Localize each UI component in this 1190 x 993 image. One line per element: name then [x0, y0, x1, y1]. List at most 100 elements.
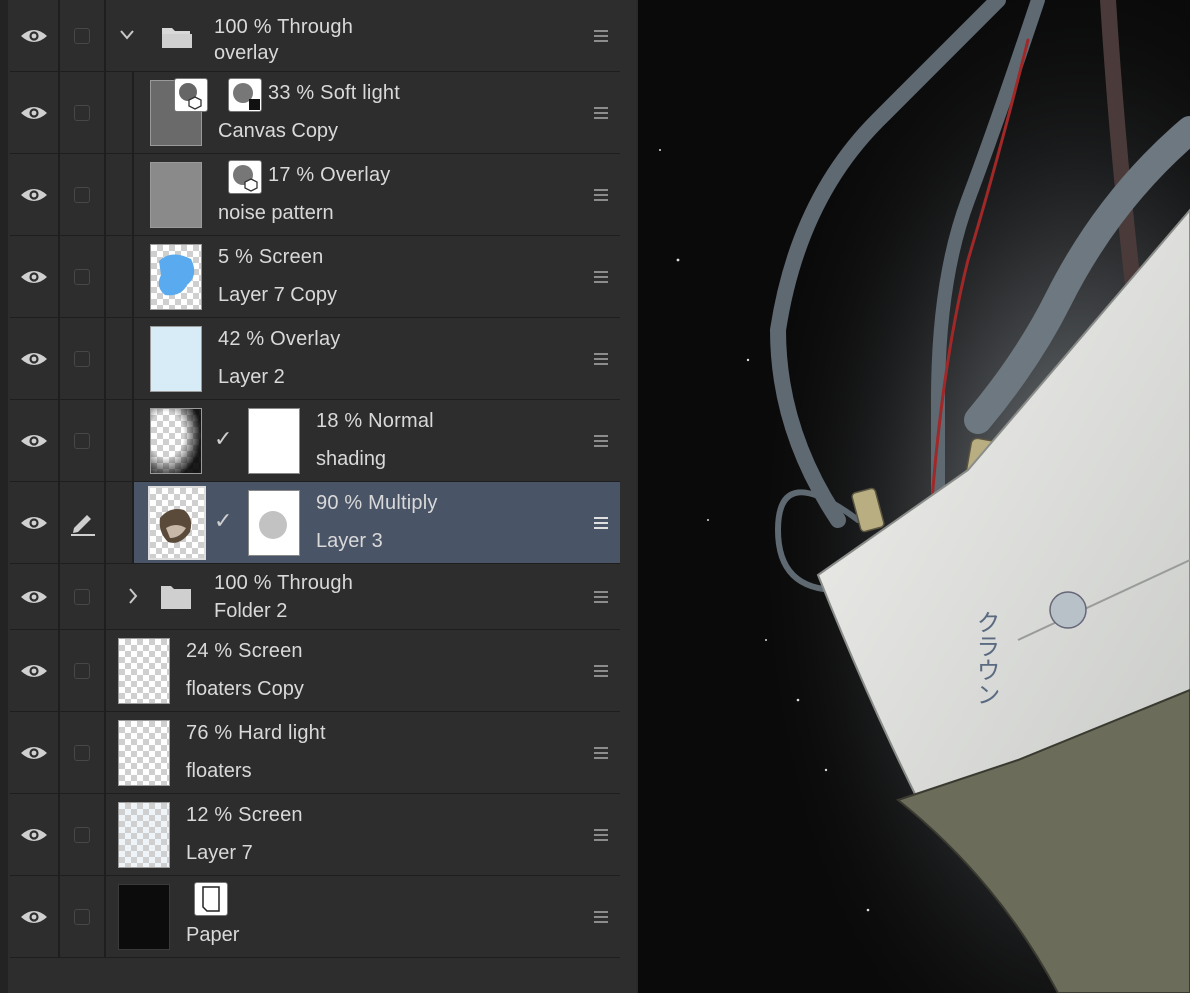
lock-checkbox-col[interactable] — [60, 0, 106, 71]
drag-handle-icon[interactable] — [594, 664, 608, 677]
layer-checkbox[interactable] — [74, 826, 90, 843]
drag-handle-icon[interactable] — [594, 188, 608, 201]
layer-thumbnail[interactable] — [150, 162, 202, 228]
lock-checkbox-col[interactable] — [60, 318, 106, 399]
eye-icon — [21, 106, 47, 119]
artwork-canvas[interactable]: クラウン — [638, 0, 1190, 993]
layer-name: Paper — [186, 924, 240, 946]
lock-checkbox-col[interactable] — [60, 630, 106, 711]
layer-row-floaters[interactable]: 76 % Hard light floaters — [10, 712, 620, 794]
lock-checkbox-col[interactable] — [60, 564, 106, 629]
layer-thumbnail[interactable] — [118, 720, 170, 786]
layer-checkbox[interactable] — [74, 27, 90, 44]
eye-icon — [21, 746, 47, 759]
layer-checkbox[interactable] — [74, 104, 90, 121]
layer-mode: 100 % Through — [214, 572, 354, 594]
drag-handle-icon[interactable] — [594, 29, 608, 42]
visibility-toggle[interactable] — [10, 318, 60, 399]
smart-object-icon — [228, 160, 262, 194]
visibility-toggle[interactable] — [10, 564, 60, 629]
layer-row-overlay-folder[interactable]: 100 % Through overlay — [10, 0, 620, 72]
layer-checkbox[interactable] — [74, 908, 90, 925]
layer-row-layer7-copy[interactable]: 5 % Screen Layer 7 Copy — [10, 236, 620, 318]
layer-mode: 90 % Multiply — [316, 492, 438, 514]
layer-row-floaters-copy[interactable]: 24 % Screen floaters Copy — [10, 630, 620, 712]
layer-checkbox[interactable] — [74, 432, 90, 449]
folder-indent — [106, 400, 134, 481]
visibility-toggle[interactable] — [10, 0, 60, 71]
layer-name: overlay — [214, 42, 279, 64]
layer-thumbnail[interactable] — [118, 638, 170, 704]
layer-thumbnail[interactable] — [150, 408, 202, 474]
layer-row-layer2[interactable]: 42 % Overlay Layer 2 — [10, 318, 620, 400]
lock-checkbox-col[interactable] — [60, 712, 106, 793]
lock-checkbox-col[interactable] — [60, 876, 106, 957]
layer-mode: 12 % Screen — [186, 804, 303, 826]
lock-checkbox-col[interactable] — [60, 154, 106, 235]
layer-checkbox[interactable] — [74, 744, 90, 761]
layer-name: Layer 7 Copy — [218, 284, 337, 306]
visibility-toggle[interactable] — [10, 712, 60, 793]
layer-checkbox[interactable] — [74, 588, 90, 605]
visibility-toggle[interactable] — [10, 236, 60, 317]
folder-indent — [106, 236, 134, 317]
panel-edge — [0, 0, 8, 993]
drag-handle-icon[interactable] — [594, 434, 608, 447]
layer-row-canvas-copy[interactable]: 33 % Soft light Canvas Copy — [10, 72, 620, 154]
paper-thumbnail[interactable] — [118, 884, 170, 950]
layer-mode: 76 % Hard light — [186, 722, 326, 744]
layer-row-paper[interactable]: Paper — [10, 876, 620, 958]
layer-mask-thumbnail[interactable] — [248, 490, 300, 556]
drag-handle-icon[interactable] — [594, 270, 608, 283]
drag-handle-icon[interactable] — [594, 106, 608, 119]
layer-row-folder2[interactable]: 100 % Through Folder 2 — [10, 564, 620, 630]
drag-handle-icon[interactable] — [594, 910, 608, 923]
eye-icon — [21, 664, 47, 677]
layer-thumbnail[interactable] — [150, 326, 202, 392]
layer-thumbnail[interactable] — [148, 486, 206, 560]
layer-row-shading[interactable]: ✓ 18 % Normal shading — [10, 400, 620, 482]
checkmark-icon[interactable]: ✓ — [214, 508, 232, 534]
lock-checkbox-col[interactable] — [60, 236, 106, 317]
drag-handle-icon[interactable] — [594, 746, 608, 759]
layer-mode: 100 % Through — [214, 16, 354, 38]
drag-handle-icon[interactable] — [594, 828, 608, 841]
folder-indent — [106, 318, 134, 399]
chevron-right-icon[interactable] — [128, 588, 138, 604]
robot-illustration: クラウン — [638, 0, 1190, 993]
layer-checkbox[interactable] — [74, 268, 90, 285]
visibility-toggle[interactable] — [10, 482, 60, 563]
lock-checkbox-col[interactable] — [60, 72, 106, 153]
layers-panel: 100 % Through overlay 33 % Soft light Ca… — [0, 0, 636, 993]
visibility-toggle[interactable] — [10, 794, 60, 875]
lock-checkbox-col[interactable] — [60, 794, 106, 875]
drag-handle-icon[interactable] — [594, 516, 608, 529]
visibility-toggle[interactable] — [10, 876, 60, 957]
layer-name: Folder 2 — [214, 600, 288, 622]
layer-row-layer3-selected[interactable]: ✓ 90 % Multiply Layer 3 — [10, 482, 620, 564]
pencil-icon — [71, 514, 95, 536]
layer-checkbox[interactable] — [74, 186, 90, 203]
layer-mask-thumbnail[interactable] — [248, 408, 300, 474]
lock-checkbox-col[interactable] — [60, 400, 106, 481]
drag-handle-icon[interactable] — [594, 590, 608, 603]
checkmark-icon[interactable]: ✓ — [214, 426, 232, 452]
visibility-toggle[interactable] — [10, 154, 60, 235]
drag-handle-icon[interactable] — [594, 352, 608, 365]
visibility-toggle[interactable] — [10, 72, 60, 153]
layer-row-noise-pattern[interactable]: 17 % Overlay noise pattern — [10, 154, 620, 236]
layer-mode: 17 % Overlay — [268, 164, 391, 186]
visibility-toggle[interactable] — [10, 630, 60, 711]
visibility-toggle[interactable] — [10, 400, 60, 481]
folder-indent — [106, 154, 134, 235]
layer-thumbnail[interactable] — [150, 244, 202, 310]
layer-thumbnail[interactable] — [118, 802, 170, 868]
layer-mode: 18 % Normal — [316, 410, 434, 432]
layer-checkbox[interactable] — [74, 662, 90, 679]
active-layer-col[interactable] — [60, 482, 106, 563]
emblem-icon — [1049, 591, 1087, 629]
chevron-down-icon[interactable] — [120, 30, 134, 40]
layer-row-layer7[interactable]: 12 % Screen Layer 7 — [10, 794, 620, 876]
layer-checkbox[interactable] — [74, 350, 90, 367]
folder-open-icon — [162, 28, 192, 48]
